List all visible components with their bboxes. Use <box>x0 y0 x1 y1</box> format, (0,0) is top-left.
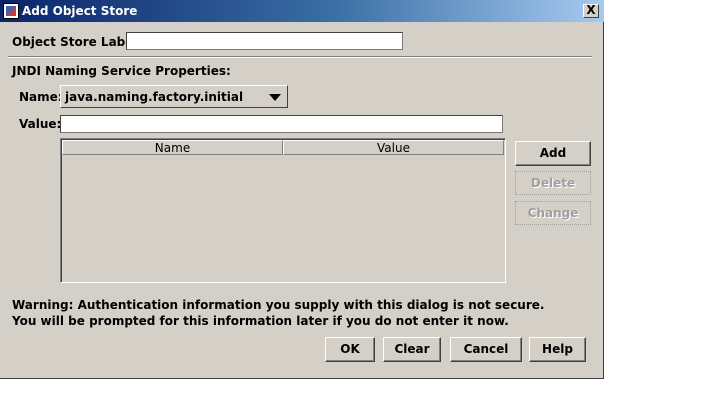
properties-table[interactable]: Name Value <box>60 138 506 283</box>
object-store-label-input[interactable] <box>126 32 403 50</box>
name-label: Name: <box>19 90 63 104</box>
java-app-icon <box>3 3 19 19</box>
name-dropdown-value: java.naming.factory.initial <box>65 90 244 104</box>
ok-button[interactable]: OK <box>325 337 375 362</box>
jndi-section-title: JNDI Naming Service Properties: <box>12 64 231 78</box>
section-separator <box>8 56 592 58</box>
add-object-store-dialog: Add Object Store X Object Store Label: J… <box>0 0 604 379</box>
cancel-button[interactable]: Cancel <box>450 337 522 362</box>
change-button[interactable]: Change <box>515 201 591 225</box>
value-input[interactable] <box>60 115 503 133</box>
security-warning-text: Warning: Authentication information you … <box>12 298 545 328</box>
clear-button[interactable]: Clear <box>383 337 441 362</box>
value-label: Value: <box>19 117 62 131</box>
help-button[interactable]: Help <box>529 337 586 362</box>
window-title: Add Object Store <box>22 4 138 18</box>
title-bar[interactable]: Add Object Store X <box>0 0 604 22</box>
table-header-value[interactable]: Value <box>283 140 504 155</box>
chevron-down-icon[interactable] <box>269 94 281 101</box>
add-button[interactable]: Add <box>515 141 591 166</box>
table-header-name[interactable]: Name <box>62 140 283 155</box>
name-dropdown[interactable]: java.naming.factory.initial <box>60 85 288 108</box>
object-store-label: Object Store Label: <box>12 35 143 49</box>
delete-button[interactable]: Delete <box>515 171 591 195</box>
close-icon[interactable]: X <box>583 4 599 18</box>
